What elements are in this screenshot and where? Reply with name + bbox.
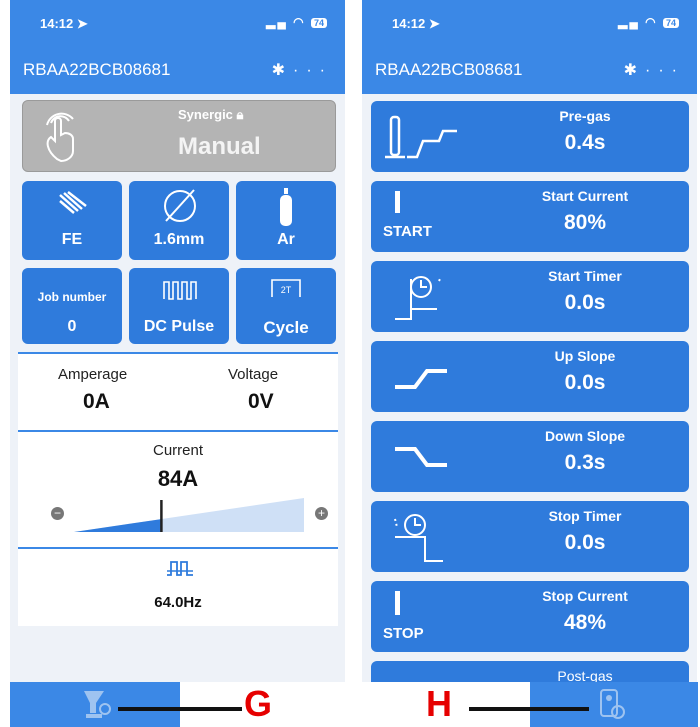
tab-welding[interactable] bbox=[10, 682, 180, 727]
app-header: RBAA22BCB08681 ✱··· bbox=[10, 48, 345, 94]
left-phone-screen: 14:12 ➤ ▂▄ ◠ 74 RBAA22BCB08681 ✱··· Syne… bbox=[10, 0, 345, 682]
job-number-label: Job number bbox=[37, 290, 107, 304]
job-number-value: 0 bbox=[67, 318, 77, 335]
tab-parameters[interactable] bbox=[530, 682, 698, 727]
param-value: 80% bbox=[563, 211, 607, 234]
decrease-button[interactable]: − bbox=[51, 507, 64, 520]
down-slope-icon bbox=[395, 447, 447, 467]
diameter-value: 1.6mm bbox=[153, 231, 205, 248]
annotation-letter-left: G bbox=[244, 683, 273, 724]
battery-icon: 74 bbox=[662, 18, 679, 28]
current-panel: Current 84A − + bbox=[18, 432, 338, 547]
battery-icon: 74 bbox=[310, 18, 327, 28]
more-icon[interactable]: ··· bbox=[293, 62, 333, 79]
mode-main-label: Manual bbox=[178, 133, 261, 160]
param-tile-post-gas[interactable]: Post-gas bbox=[371, 661, 689, 682]
param-value: 48% bbox=[563, 611, 607, 634]
torch-settings-icon bbox=[84, 691, 111, 718]
more-icon[interactable]: ··· bbox=[645, 62, 685, 79]
param-name: Start Timer bbox=[548, 268, 622, 284]
param-tile-stop-timer[interactable]: Stop Timer 0.0s bbox=[371, 501, 689, 572]
lock-icon: 🔒︎ bbox=[236, 107, 244, 122]
annotation-line-left bbox=[118, 707, 242, 711]
material-value: FE bbox=[61, 231, 83, 248]
bottom-tab-bar: G H bbox=[0, 682, 700, 727]
diameter-icon bbox=[164, 189, 196, 222]
material-tile[interactable]: FE bbox=[22, 181, 122, 260]
pulse-frequency-icon bbox=[167, 561, 193, 576]
app-header: RBAA22BCB08681 ✱··· bbox=[362, 48, 697, 94]
status-icons: ▂▄ ◠ 74 bbox=[618, 15, 679, 29]
device-id: RBAA22BCB08681 bbox=[375, 60, 523, 79]
param-name: Down Slope bbox=[544, 428, 626, 444]
mode-top-label: Synergic bbox=[178, 107, 233, 122]
amperage-label: Amperage bbox=[58, 366, 128, 383]
gas-value: Ar bbox=[277, 231, 295, 248]
device-id: RBAA22BCB08681 bbox=[23, 60, 171, 79]
process-value: DC Pulse bbox=[143, 318, 215, 335]
param-value: 0.4s bbox=[564, 131, 606, 154]
stop-tag: STOP bbox=[383, 625, 424, 642]
job-number-tile[interactable]: Job number 0 bbox=[22, 268, 122, 344]
param-name: Start Current bbox=[541, 188, 629, 204]
frequency-panel[interactable]: 64.0Hz bbox=[18, 549, 338, 626]
status-bar: 14:12 ➤ ▂▄ ◠ 74 bbox=[10, 0, 345, 48]
pre-gas-icon bbox=[385, 115, 457, 159]
cycle-tile[interactable]: 2T Cycle bbox=[236, 268, 336, 344]
mode-card[interactable]: Synergic 🔒︎ Manual bbox=[22, 100, 336, 172]
param-value: 0.3s bbox=[564, 451, 606, 474]
frequency-value: 64.0Hz bbox=[154, 594, 202, 611]
process-tile[interactable]: DC Pulse bbox=[129, 268, 229, 344]
start-tag: START bbox=[383, 223, 432, 240]
slider-fill bbox=[74, 519, 162, 532]
param-name: Pre-gas bbox=[559, 108, 611, 124]
cycle-badge: 2T bbox=[280, 285, 292, 295]
wire-spool-icon bbox=[59, 191, 87, 214]
param-name: Stop Timer bbox=[548, 508, 622, 524]
param-name: Stop Current bbox=[542, 588, 628, 604]
start-bar-icon bbox=[395, 191, 400, 213]
status-icons: ▂▄ ◠ 74 bbox=[266, 15, 327, 29]
bluetooth-icon[interactable]: ✱ bbox=[624, 62, 645, 79]
bluetooth-icon[interactable]: ✱ bbox=[272, 62, 293, 79]
gas-tile[interactable]: Ar bbox=[236, 181, 336, 260]
gas-bottle-icon bbox=[280, 188, 292, 226]
current-value: 84A bbox=[157, 466, 199, 491]
voltage-label: Voltage bbox=[228, 366, 279, 383]
annotation-line-right bbox=[469, 707, 589, 711]
current-slider[interactable] bbox=[74, 496, 304, 534]
cycle-value: Cycle bbox=[263, 318, 309, 337]
up-slope-icon bbox=[395, 369, 447, 389]
param-tile-start-current[interactable]: START Start Current 80% bbox=[371, 181, 689, 252]
param-tile-pre-gas[interactable]: Pre-gas 0.4s bbox=[371, 101, 689, 172]
param-name: Post-gas bbox=[557, 668, 613, 682]
param-value: 0.0s bbox=[564, 531, 606, 554]
param-value: 0.0s bbox=[564, 291, 606, 314]
param-tile-start-timer[interactable]: Start Timer 0.0s bbox=[371, 261, 689, 332]
right-phone-screen: 14:12 ➤ ▂▄ ◠ 74 RBAA22BCB08681 ✱··· Pre-… bbox=[362, 0, 697, 682]
start-timer-icon bbox=[395, 276, 442, 320]
param-tile-stop-current[interactable]: STOP Stop Current 48% bbox=[371, 581, 689, 652]
increase-button[interactable]: + bbox=[315, 507, 328, 520]
param-tile-up-slope[interactable]: Up Slope 0.0s bbox=[371, 341, 689, 412]
param-value: 0.0s bbox=[564, 371, 606, 394]
readings-panel: Amperage 0A Voltage 0V bbox=[18, 354, 338, 430]
stop-bar-icon bbox=[395, 591, 400, 615]
pulse-wave-icon bbox=[163, 281, 197, 300]
voltage-value: 0V bbox=[248, 390, 274, 413]
status-bar: 14:12 ➤ ▂▄ ◠ 74 bbox=[362, 0, 697, 48]
current-label: Current bbox=[152, 442, 204, 459]
diameter-tile[interactable]: 1.6mm bbox=[129, 181, 229, 260]
param-tile-down-slope[interactable]: Down Slope 0.3s bbox=[371, 421, 689, 492]
annotation-letter-right: H bbox=[426, 683, 452, 724]
status-time: 14:12 ➤ bbox=[40, 16, 88, 31]
stop-timer-icon bbox=[394, 514, 443, 562]
param-name: Up Slope bbox=[554, 348, 616, 364]
amperage-value: 0A bbox=[83, 390, 110, 413]
status-time: 14:12 ➤ bbox=[392, 16, 440, 31]
panel-settings-icon bbox=[600, 689, 625, 719]
touch-hand-icon bbox=[46, 112, 74, 163]
